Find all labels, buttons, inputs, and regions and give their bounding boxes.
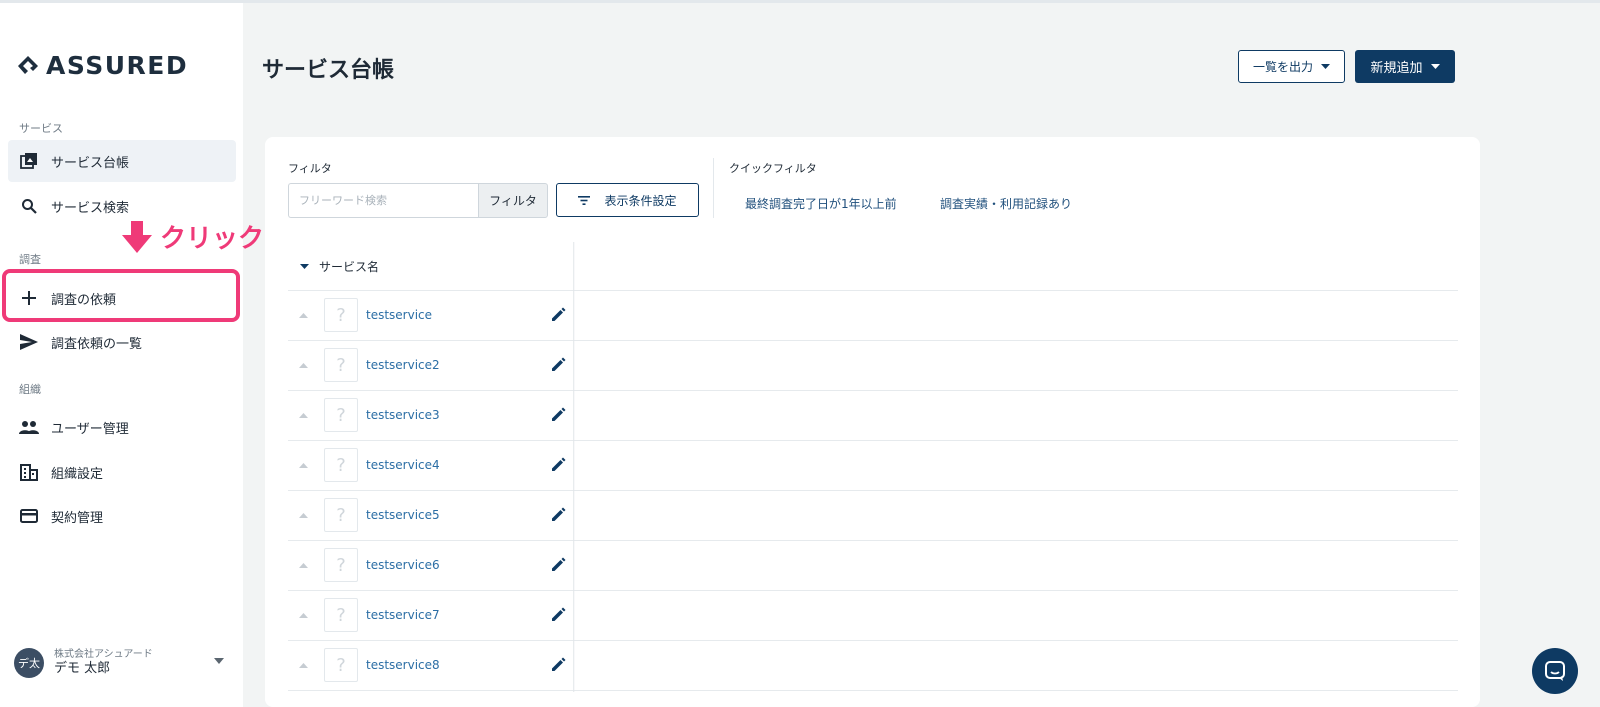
- expand-caret-icon[interactable]: [288, 362, 318, 368]
- service-name-link[interactable]: testservice3: [366, 408, 543, 422]
- user-menu[interactable]: デ太 株式会社アシュアード デモ 太郎: [14, 648, 224, 678]
- service-name-link[interactable]: testservice8: [366, 658, 543, 672]
- assured-logo-icon: [18, 55, 38, 74]
- table-row: ? testservice6: [288, 540, 573, 590]
- filter-label: フィルタ: [288, 162, 332, 175]
- edit-pencil-icon[interactable]: [543, 557, 573, 573]
- export-list-button[interactable]: 一覧を出力: [1238, 50, 1345, 83]
- expand-caret-icon[interactable]: [288, 612, 318, 618]
- caret-down-icon[interactable]: [214, 658, 224, 664]
- table-row: ? testservice5: [288, 490, 573, 540]
- add-new-button[interactable]: 新規追加: [1355, 50, 1455, 83]
- edit-pencil-icon[interactable]: [543, 307, 573, 323]
- service-thumbnail: ?: [324, 548, 358, 582]
- edit-pencil-icon[interactable]: [543, 507, 573, 523]
- quick-filter-has-records[interactable]: 調査実績・利用記録あり: [940, 195, 1072, 212]
- service-thumbnail: ?: [324, 398, 358, 432]
- send-icon: [19, 332, 39, 352]
- table-row: ? testservice3: [288, 390, 573, 440]
- edit-pencil-icon[interactable]: [543, 607, 573, 623]
- service-thumbnail: ?: [324, 598, 358, 632]
- expand-caret-icon[interactable]: [288, 462, 318, 468]
- logo-text: ASSURED: [46, 51, 189, 80]
- sidebar-item-label: サービス台帳: [51, 155, 130, 171]
- export-list-label: 一覧を出力: [1252, 60, 1313, 74]
- edit-pencil-icon[interactable]: [543, 657, 573, 673]
- column-header-label: サービス名: [319, 259, 380, 274]
- add-new-label: 新規追加: [1370, 61, 1423, 76]
- chat-support-button[interactable]: [1532, 648, 1578, 694]
- credit-card-icon: [19, 506, 39, 526]
- click-annotation: クリック: [122, 218, 264, 255]
- table-row: ? testservice7: [288, 590, 573, 640]
- filter-button[interactable]: フィルタ: [478, 183, 548, 218]
- expand-caret-icon[interactable]: [288, 662, 318, 668]
- service-name-link[interactable]: testservice6: [366, 558, 543, 572]
- user-name: デモ 太郎: [54, 661, 111, 677]
- service-thumbnail: ?: [324, 298, 358, 332]
- building-icon: [19, 462, 39, 482]
- people-icon: [19, 417, 39, 437]
- table-row: ? testservice: [288, 290, 573, 340]
- click-annotation-text: クリック: [160, 224, 265, 254]
- service-name-link[interactable]: testservice5: [366, 508, 543, 522]
- service-thumbnail: ?: [324, 648, 358, 682]
- section-label-service: サービス: [19, 122, 63, 135]
- service-name-link[interactable]: testservice4: [366, 458, 543, 472]
- sidebar-item-service-ledger[interactable]: サービス台帳: [8, 140, 236, 182]
- row-divider: [288, 690, 1458, 691]
- page-title: サービス台帳: [262, 58, 395, 83]
- user-company: 株式会社アシュアード: [54, 648, 153, 660]
- user-meta: 株式会社アシュアード デモ 太郎: [54, 649, 153, 678]
- display-settings-label: 表示条件設定: [604, 193, 677, 208]
- expand-caret-icon[interactable]: [288, 312, 318, 318]
- section-label-organization: 組織: [19, 383, 41, 396]
- avatar: デ太: [14, 648, 44, 678]
- table-row: ? testservice2: [288, 340, 573, 390]
- edit-pencil-icon[interactable]: [543, 407, 573, 423]
- arrow-down-icon: [122, 220, 152, 253]
- column-header-service-name[interactable]: サービス名: [288, 242, 573, 290]
- quick-filter-last-survey[interactable]: 最終調査完了日が1年以上前: [745, 195, 897, 212]
- section-label-survey: 調査: [19, 253, 41, 266]
- sidebar-item-label: ユーザー管理: [51, 421, 129, 437]
- service-thumbnail: ?: [324, 498, 358, 532]
- edit-pencil-icon[interactable]: [543, 357, 573, 373]
- service-name-link[interactable]: testservice2: [366, 358, 543, 372]
- chat-icon: [1545, 661, 1565, 681]
- expand-caret-icon[interactable]: [288, 412, 318, 418]
- display-settings-button[interactable]: 表示条件設定: [556, 183, 699, 217]
- expand-caret-icon[interactable]: [288, 512, 318, 518]
- sort-caret-down-icon: [300, 263, 309, 269]
- service-name-link[interactable]: testservice7: [366, 608, 543, 622]
- table-row: ? testservice8: [288, 640, 573, 690]
- filter-lines-icon: [578, 195, 591, 205]
- service-name-link[interactable]: testservice: [366, 308, 543, 322]
- sidebar-item-request-list[interactable]: 調査依頼の一覧: [8, 321, 236, 363]
- caret-down-icon: [1321, 64, 1330, 69]
- click-highlight-box: [2, 269, 240, 322]
- sidebar-item-org-settings[interactable]: 組織設定: [8, 451, 236, 493]
- filter-divider: [713, 158, 714, 218]
- sidebar-item-label: 組織設定: [51, 466, 104, 482]
- library-icon: [19, 151, 39, 171]
- expand-caret-icon[interactable]: [288, 562, 318, 568]
- edit-pencil-icon[interactable]: [543, 457, 573, 473]
- fixed-column-shadow: [573, 242, 575, 692]
- sidebar: ASSURED サービス サービス台帳 サービス検索 調査 調査の依頼 調査依頼…: [0, 3, 243, 707]
- quick-filter-label: クイックフィルタ: [729, 162, 817, 175]
- service-thumbnail: ?: [324, 348, 358, 382]
- logo[interactable]: ASSURED: [16, 51, 188, 80]
- search-input[interactable]: [288, 183, 478, 218]
- table-row: ? testservice4: [288, 440, 573, 490]
- sidebar-item-label: 調査依頼の一覧: [51, 336, 143, 352]
- sidebar-item-label: 契約管理: [51, 510, 104, 526]
- search-group: フィルタ: [288, 183, 548, 218]
- sidebar-item-user-management[interactable]: ユーザー管理: [8, 406, 236, 448]
- sidebar-item-contract-management[interactable]: 契約管理: [8, 495, 236, 537]
- search-icon: [19, 196, 39, 216]
- sidebar-item-label: サービス検索: [51, 200, 130, 216]
- service-thumbnail: ?: [324, 448, 358, 482]
- caret-down-icon: [1430, 64, 1440, 69]
